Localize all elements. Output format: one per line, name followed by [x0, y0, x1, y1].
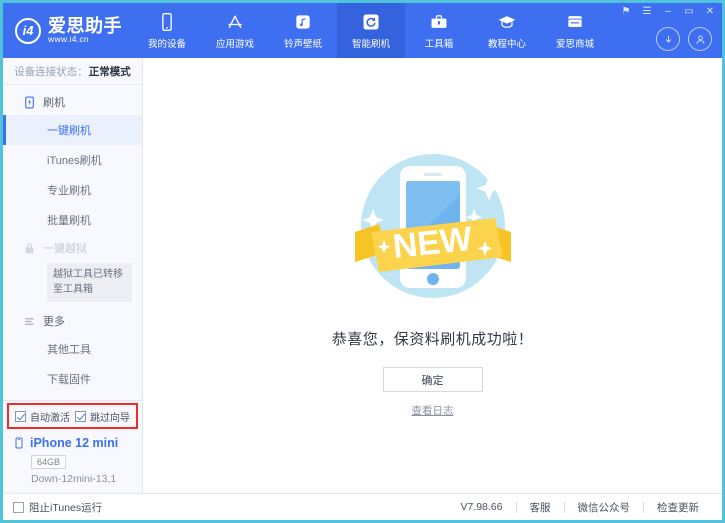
sidebar-item-label: 下载固件 [47, 371, 91, 387]
appstore-icon [225, 12, 245, 32]
confirm-button[interactable]: 确定 [383, 367, 483, 392]
nav-label: 智能刷机 [352, 36, 390, 50]
check-update-link[interactable]: 检查更新 [644, 500, 712, 515]
logo-mark-icon: i4 [15, 18, 41, 44]
sidebar-item-label: 专业刷机 [47, 182, 91, 198]
account-icon[interactable] [688, 27, 712, 51]
sidebar-group-more[interactable]: 更多 [3, 308, 142, 334]
device-capacity-badge: 64GB [31, 455, 66, 469]
graduation-cap-icon [497, 12, 517, 32]
nav-label: 铃声壁纸 [284, 36, 322, 50]
nav-item-toolbox[interactable]: 工具箱 [405, 3, 473, 58]
shop-icon [565, 12, 585, 32]
sidebar-item-label: 批量刷机 [47, 212, 91, 228]
checkbox-box-icon [75, 411, 86, 422]
auto-activate-checkbox[interactable]: 自动激活 [15, 409, 70, 424]
device-info[interactable]: iPhone 12 mini 64GB Down-12mini-13,1 [3, 429, 142, 493]
close-icon[interactable]: ✕ [704, 6, 716, 18]
sidebar-item-label: 一键刷机 [47, 122, 91, 138]
device-name-label: iPhone 12 mini [30, 436, 118, 450]
version-label: V7.98.66 [447, 501, 515, 513]
phone-flash-icon [23, 96, 36, 109]
block-itunes-checkbox[interactable]: 阻止iTunes运行 [13, 500, 102, 515]
sidebar-bottom: 自动激活 跳过向导 iPhone 12 mini [3, 400, 142, 493]
wechat-official-link[interactable]: 微信公众号 [565, 500, 644, 515]
phone-icon [13, 437, 25, 449]
nav-item-apps-games[interactable]: 应用游戏 [201, 3, 269, 58]
customer-service-link[interactable]: 客服 [517, 500, 564, 515]
download-icon[interactable] [656, 27, 680, 51]
success-message: 恭喜您，保资料刷机成功啦！ [332, 328, 534, 349]
device-model-label: Down-12mini-13,1 [31, 473, 142, 485]
window-controls: ⚑ ☰ – ▭ ✕ [620, 6, 716, 18]
new-badge-phone-illustration: NEW [343, 136, 523, 316]
checkbox-box-icon [13, 502, 24, 513]
sidebar-group-label: 一键越狱 [43, 240, 87, 256]
title-bar: i4 爱思助手 www.i4.cn 我的设备 应用游戏 [3, 3, 722, 58]
sidebar-item-other-tools[interactable]: 其他工具 [3, 334, 142, 364]
jailbreak-tooltip: 越狱工具已转移至工具箱 [47, 263, 132, 302]
connection-status: 设备连接状态： 正常模式 [3, 58, 142, 85]
connection-status-label: 设备连接状态： [14, 64, 88, 79]
sidebar-item-label: 其他工具 [47, 341, 91, 357]
sidebar-item-itunes-flash[interactable]: iTunes刷机 [3, 145, 142, 175]
sidebar-item-advanced-features[interactable]: 高级功能 [3, 394, 142, 400]
sidebar-group-label: 刷机 [43, 94, 65, 110]
nav-item-ringtones-wallpaper[interactable]: 铃声壁纸 [269, 3, 337, 58]
logo-title: 爱思助手 [48, 17, 122, 36]
device-name-row: iPhone 12 mini [13, 436, 142, 450]
sidebar-item-pro-flash[interactable]: 专业刷机 [3, 175, 142, 205]
status-bar: 阻止iTunes运行 V7.98.66 客服 微信公众号 检查更新 [3, 493, 722, 520]
main-content: NEW 恭喜您，保资料刷机成功啦！ 确定 查看日志 [143, 58, 722, 493]
checkbox-box-icon [15, 411, 26, 422]
nav-label: 应用游戏 [216, 36, 254, 50]
nav-item-shop[interactable]: 爱思商城 [541, 3, 609, 58]
sidebar-group-flash[interactable]: 刷机 [3, 89, 142, 115]
skip-wizard-checkbox[interactable]: 跳过向导 [75, 409, 130, 424]
user-controls [656, 27, 712, 51]
sidebar-group-label: 更多 [43, 313, 65, 329]
list-icon [23, 315, 36, 328]
connection-status-value: 正常模式 [89, 64, 131, 79]
auto-activate-label: 自动激活 [30, 409, 70, 424]
refresh-icon [361, 12, 381, 32]
lock-icon [23, 242, 36, 255]
maximize-icon[interactable]: ▭ [683, 6, 695, 18]
logo-url: www.i4.cn [48, 35, 122, 44]
body-container: 设备连接状态： 正常模式 刷机 一键刷机 iTunes刷机 [3, 58, 722, 493]
view-log-link[interactable]: 查看日志 [412, 403, 454, 418]
nav-label: 爱思商城 [556, 36, 594, 50]
flash-options-highlight: 自动激活 跳过向导 [7, 403, 138, 429]
sidebar-item-one-click-flash[interactable]: 一键刷机 [3, 115, 142, 145]
block-itunes-label: 阻止iTunes运行 [29, 500, 102, 515]
gift-icon[interactable]: ⚑ [620, 6, 632, 18]
sidebar-group-jailbreak[interactable]: 一键越狱 [3, 235, 142, 261]
phone-icon [157, 12, 177, 32]
sidebar-item-batch-flash[interactable]: 批量刷机 [3, 205, 142, 235]
sidebar-item-download-firmware[interactable]: 下载固件 [3, 364, 142, 394]
nav-label: 工具箱 [425, 36, 454, 50]
sidebar-scroll: 刷机 一键刷机 iTunes刷机 专业刷机 批量刷机 [3, 85, 142, 400]
minimize-icon[interactable]: – [662, 6, 674, 18]
toolbox-icon [429, 12, 449, 32]
nav-label: 教程中心 [488, 36, 526, 50]
nav-item-my-device[interactable]: 我的设备 [133, 3, 201, 58]
app-logo: i4 爱思助手 www.i4.cn [3, 3, 133, 58]
nav-label: 我的设备 [148, 36, 186, 50]
sidebar: 设备连接状态： 正常模式 刷机 一键刷机 iTunes刷机 [3, 58, 143, 493]
music-icon [293, 12, 313, 32]
skip-wizard-label: 跳过向导 [90, 409, 130, 424]
menu-icon[interactable]: ☰ [641, 6, 653, 18]
sidebar-item-label: iTunes刷机 [47, 152, 102, 168]
nav-item-tutorial-center[interactable]: 教程中心 [473, 3, 541, 58]
status-bar-right: V7.98.66 客服 微信公众号 检查更新 [447, 500, 712, 515]
nav-item-smart-flash[interactable]: 智能刷机 [337, 3, 405, 58]
app-window: i4 爱思助手 www.i4.cn 我的设备 应用游戏 [0, 0, 725, 523]
